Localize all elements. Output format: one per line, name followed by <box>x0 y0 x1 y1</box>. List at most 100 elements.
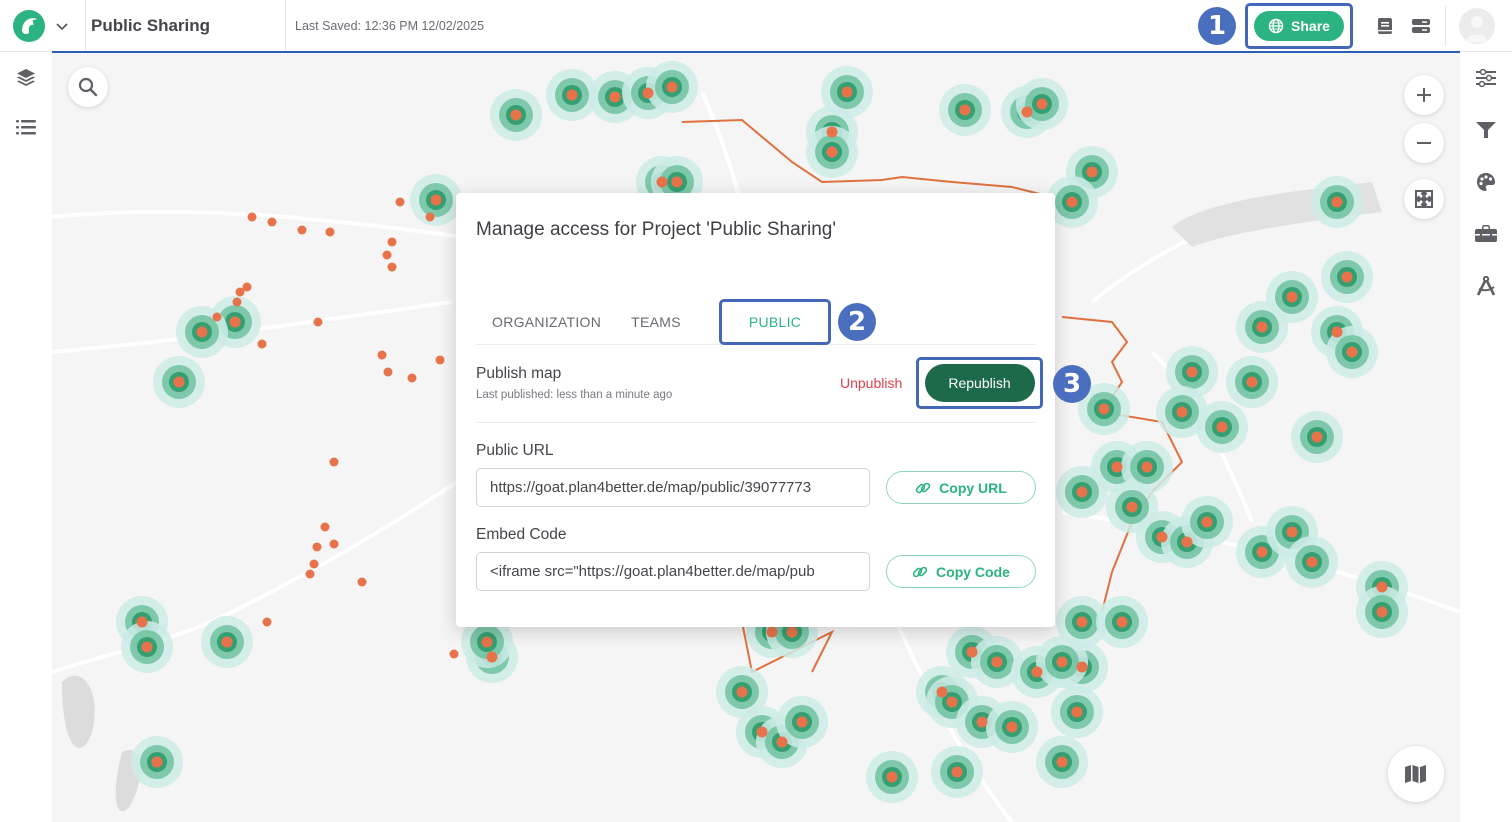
link-icon <box>915 482 931 493</box>
republish-button[interactable]: Republish <box>924 364 1035 402</box>
share-label: Share <box>1291 18 1330 34</box>
poi-point <box>609 91 621 103</box>
link-icon <box>912 566 928 577</box>
poi-point <box>382 250 392 260</box>
poi-point <box>407 373 417 383</box>
sidebar-item-filter[interactable] <box>1460 104 1512 156</box>
zoom-out-button[interactable] <box>1404 123 1444 163</box>
poi-point <box>297 225 307 235</box>
layout-toggle-button[interactable] <box>1403 8 1439 44</box>
poi-point <box>756 726 768 738</box>
sliders-icon <box>1476 69 1496 87</box>
poi-point <box>826 146 838 158</box>
embed-code-field[interactable]: <iframe src="https://goat.plan4better.de… <box>476 552 870 591</box>
poi-point <box>320 522 330 532</box>
poi-point <box>991 656 1003 668</box>
poi-point <box>1286 526 1298 538</box>
poi-point <box>1331 326 1343 338</box>
copy-code-button[interactable]: Copy Code <box>886 555 1036 588</box>
poi-point <box>305 569 315 579</box>
goat-logo-icon <box>13 9 45 42</box>
logo-menu[interactable] <box>0 0 86 52</box>
share-button[interactable]: Share <box>1254 11 1344 41</box>
publish-map-row: Publish map Last published: less than a … <box>476 357 1091 423</box>
poi-point <box>1076 661 1088 673</box>
search-icon <box>78 77 98 97</box>
poi-point <box>377 350 387 360</box>
layout-panels-icon <box>1412 19 1430 33</box>
tab-organization[interactable]: ORGANIZATION <box>476 299 617 345</box>
poi-point <box>656 176 668 188</box>
palette-icon <box>1477 173 1495 191</box>
last-published-text: Last published: less than a minute ago <box>476 389 673 401</box>
poi-point <box>1311 431 1323 443</box>
poi-point <box>1036 98 1048 110</box>
poi-point <box>229 316 241 328</box>
poi-point <box>387 262 397 272</box>
minus-icon <box>1417 142 1431 144</box>
tab-public[interactable]: PUBLIC <box>733 299 817 345</box>
globe-icon <box>1268 18 1284 34</box>
poi-point <box>329 457 339 467</box>
sidebar-item-layers[interactable] <box>0 52 52 102</box>
fullscreen-button[interactable] <box>1404 179 1444 219</box>
poi-point <box>1031 666 1043 678</box>
map-lake <box>62 675 95 748</box>
poi-point <box>313 317 323 327</box>
poi-point <box>395 197 405 207</box>
poi-point <box>1246 376 1258 388</box>
docs-button[interactable] <box>1367 8 1403 44</box>
poi-point <box>1376 581 1388 593</box>
sidebar-item-toolbox[interactable] <box>1460 208 1512 260</box>
zoom-in-button[interactable] <box>1404 75 1444 115</box>
tab-teams[interactable]: TEAMS <box>617 299 697 345</box>
poi-point <box>329 539 339 549</box>
poi-point <box>430 194 442 206</box>
poi-point <box>1111 461 1123 473</box>
poi-point <box>946 696 958 708</box>
poi-point <box>449 649 459 659</box>
sidebar-item-style[interactable] <box>1460 156 1512 208</box>
plus-icon <box>1417 88 1431 102</box>
poi-point <box>796 716 808 728</box>
user-avatar[interactable] <box>1459 8 1495 44</box>
poi-point <box>196 326 208 338</box>
map-road <box>231 470 474 614</box>
poi-point <box>976 716 988 728</box>
poi-point <box>151 756 163 768</box>
poi-point <box>1006 721 1018 733</box>
poi-point <box>1086 166 1098 178</box>
sidebar-item-sketch[interactable] <box>1460 260 1512 312</box>
public-url-label: Public URL <box>476 442 554 459</box>
poi-point <box>1256 321 1268 333</box>
public-url-field[interactable]: https://goat.plan4better.de/map/public/3… <box>476 468 870 507</box>
poi-point <box>1216 421 1228 433</box>
copy-url-label: Copy URL <box>939 479 1007 496</box>
poi-point <box>1098 403 1110 415</box>
poi-point <box>387 237 397 247</box>
poi-point <box>736 686 748 698</box>
unpublish-button[interactable]: Unpublish <box>840 375 902 391</box>
poi-point <box>1141 461 1153 473</box>
poi-point <box>966 646 978 658</box>
poi-point <box>666 81 678 93</box>
poi-point <box>1341 271 1353 283</box>
map-search-button[interactable] <box>68 67 108 107</box>
basemap-button[interactable] <box>1388 746 1444 802</box>
filter-icon <box>1476 122 1496 138</box>
poi-point <box>136 616 148 628</box>
poi-point <box>1066 196 1078 208</box>
sidebar-item-legend[interactable] <box>0 102 52 152</box>
chevron-down-icon[interactable] <box>54 18 70 34</box>
poi-point <box>776 736 788 748</box>
sidebar-item-properties[interactable] <box>1460 52 1512 104</box>
poi-point <box>267 217 277 227</box>
poi-point <box>1156 531 1168 543</box>
poi-point <box>642 87 654 99</box>
step-badge-1: 1 <box>1198 7 1236 45</box>
compass-drafting-icon <box>1476 276 1496 296</box>
copy-url-button[interactable]: Copy URL <box>886 471 1036 504</box>
poi-point <box>1346 346 1358 358</box>
user-silhouette-icon <box>1466 16 1488 42</box>
share-highlight: Share <box>1245 3 1353 49</box>
